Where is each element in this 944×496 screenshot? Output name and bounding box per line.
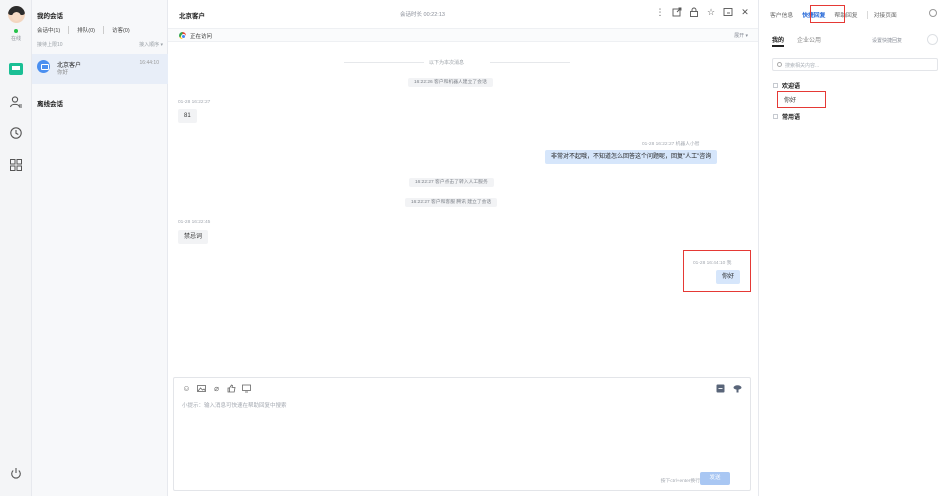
message-bubble-left: 禁忌词 <box>178 230 209 244</box>
system-message: 16:22:27 客户点击了转入人工服务 <box>409 178 494 187</box>
divider-line-right <box>490 62 570 63</box>
system-message: 16:22:26 客户和机器人建立了会话 <box>408 78 493 87</box>
tab-separator <box>866 10 868 19</box>
message-composer[interactable]: ☺ ⌀ 小提示：输入消息可快速在帮助回复中搜索 按下ctrl+enter换行 发… <box>173 377 751 491</box>
message-input[interactable]: 小提示：输入消息可快速在帮助回复中搜索 <box>182 401 287 409</box>
visit-status-text: 正在访问 <box>190 34 213 40</box>
reception-limit: 接待上限10 <box>37 42 63 48</box>
message-meta: 01-28 16:22:27 <box>178 100 211 105</box>
send-hint: 按下ctrl+enter换行 <box>660 479 700 484</box>
tab-queue[interactable]: 排队(0) <box>77 26 104 34</box>
chat-area: 北京客户 会话时长 00:22:13 ⋮ ☆ ✕ 正在访问 展开 ▾ 以下为本次… <box>168 0 758 496</box>
search-placeholder: 搜索相关内容... <box>785 63 820 69</box>
tab-customer-info[interactable]: 客户信息 <box>770 10 793 19</box>
settings-gear-icon[interactable] <box>929 9 937 17</box>
group-name: 欢迎语 <box>782 84 801 90</box>
share-icon[interactable] <box>672 7 682 17</box>
group-name: 常用语 <box>782 115 801 121</box>
group-common[interactable]: 常用语 <box>773 112 800 121</box>
message-bubble-right: 非常对不起哦，不知道怎么回答这个问题呢，回复"人工"咨询 <box>545 150 718 164</box>
message-meta: 01-28 16:22:45 <box>178 220 211 225</box>
apps-grid-icon[interactable] <box>9 158 23 172</box>
search-icon <box>777 62 782 67</box>
power-icon[interactable] <box>9 466 23 480</box>
message-bubble-right: 你好 <box>716 270 741 284</box>
contacts-icon[interactable] <box>9 95 23 109</box>
conversation-item[interactable]: 北京客户 你好 16:44:10 <box>32 54 168 84</box>
conversation-preview: 你好 <box>57 70 69 76</box>
my-sessions-title: 我的会话 <box>37 13 63 20</box>
session-duration: 会话时长 00:22:13 <box>400 12 445 18</box>
close-icon[interactable]: ✕ <box>740 7 750 17</box>
sort-dropdown[interactable]: 接入顺序 ▾ <box>139 41 163 48</box>
set-quick-reply-link[interactable]: 设置快捷回复 <box>872 37 902 44</box>
chrome-browser-icon <box>179 32 186 39</box>
message-bubble-left: 81 <box>178 109 197 123</box>
message-meta: 01-28 16:44:10 我 <box>693 261 732 266</box>
transfer-icon[interactable] <box>723 7 733 17</box>
attachment-icon[interactable]: ⌀ <box>212 384 221 393</box>
quick-phrase-icon[interactable] <box>716 384 725 393</box>
robot-assist-icon[interactable] <box>733 384 742 393</box>
group-welcome[interactable]: 欢迎语 <box>773 81 800 90</box>
agent-avatar[interactable] <box>8 6 25 23</box>
online-status-label: 在线 <box>10 36 21 42</box>
right-side-panel: 客户信息 快捷回复 帮助回复 对接页面 我的 企业公用 设置快捷回复 搜索相关内… <box>758 0 944 496</box>
tab-linked-page[interactable]: 对接页面 <box>874 10 897 19</box>
collapse-box-icon <box>773 83 778 88</box>
conversation-time: 16:44:10 <box>139 60 159 66</box>
offline-sessions-title[interactable]: 离线会话 <box>37 98 63 108</box>
visit-status-bar: 正在访问 展开 ▾ <box>168 28 758 42</box>
online-status-dot <box>14 29 18 33</box>
subtab-enterprise[interactable]: 企业公用 <box>797 35 821 44</box>
left-nav-rail: 在线 <box>0 0 32 496</box>
quick-reply-item[interactable]: 你好 <box>784 95 796 104</box>
thumbs-up-icon[interactable] <box>227 384 236 393</box>
conversation-list-panel: 我的会话 会话中(1) 排队(0) 访客(0) 接待上限10 接入顺序 ▾ 北京… <box>32 0 168 496</box>
screen-capture-icon[interactable] <box>242 384 251 393</box>
customer-avatar-icon <box>37 60 50 73</box>
divider-line-left <box>344 62 424 63</box>
expand-toggle[interactable]: 展开 ▾ <box>734 32 748 39</box>
session-divider-text: 以下为本次消息 <box>429 60 465 66</box>
refresh-icon[interactable] <box>927 34 938 45</box>
tab-visitors[interactable]: 访客(0) <box>112 26 138 34</box>
more-vertical-icon[interactable]: ⋮ <box>655 7 665 17</box>
subtab-mine[interactable]: 我的 <box>772 35 785 47</box>
lock-icon[interactable] <box>689 7 699 17</box>
message-meta: 01-28 16:22:27 机器人小智 <box>642 142 700 147</box>
chat-title: 北京客户 <box>179 13 205 20</box>
highlight-box <box>810 5 845 23</box>
image-icon[interactable] <box>197 384 206 393</box>
tab-in-session[interactable]: 会话中(1) <box>37 26 70 34</box>
star-icon[interactable]: ☆ <box>706 7 716 17</box>
chat-nav-icon[interactable] <box>9 63 23 75</box>
history-clock-icon[interactable] <box>9 126 23 140</box>
system-message: 16:22:27 客户和客服 腾讯 建立了会话 <box>405 198 498 207</box>
chat-header: 北京客户 会话时长 00:22:13 ⋮ ☆ ✕ <box>168 0 758 27</box>
collapse-box-icon <box>773 114 778 119</box>
send-button[interactable]: 发送 <box>700 472 730 485</box>
emoji-icon[interactable]: ☺ <box>182 384 191 393</box>
session-tabs: 会话中(1) 排队(0) 访客(0) <box>37 26 146 34</box>
quick-reply-search[interactable]: 搜索相关内容... <box>772 58 938 71</box>
